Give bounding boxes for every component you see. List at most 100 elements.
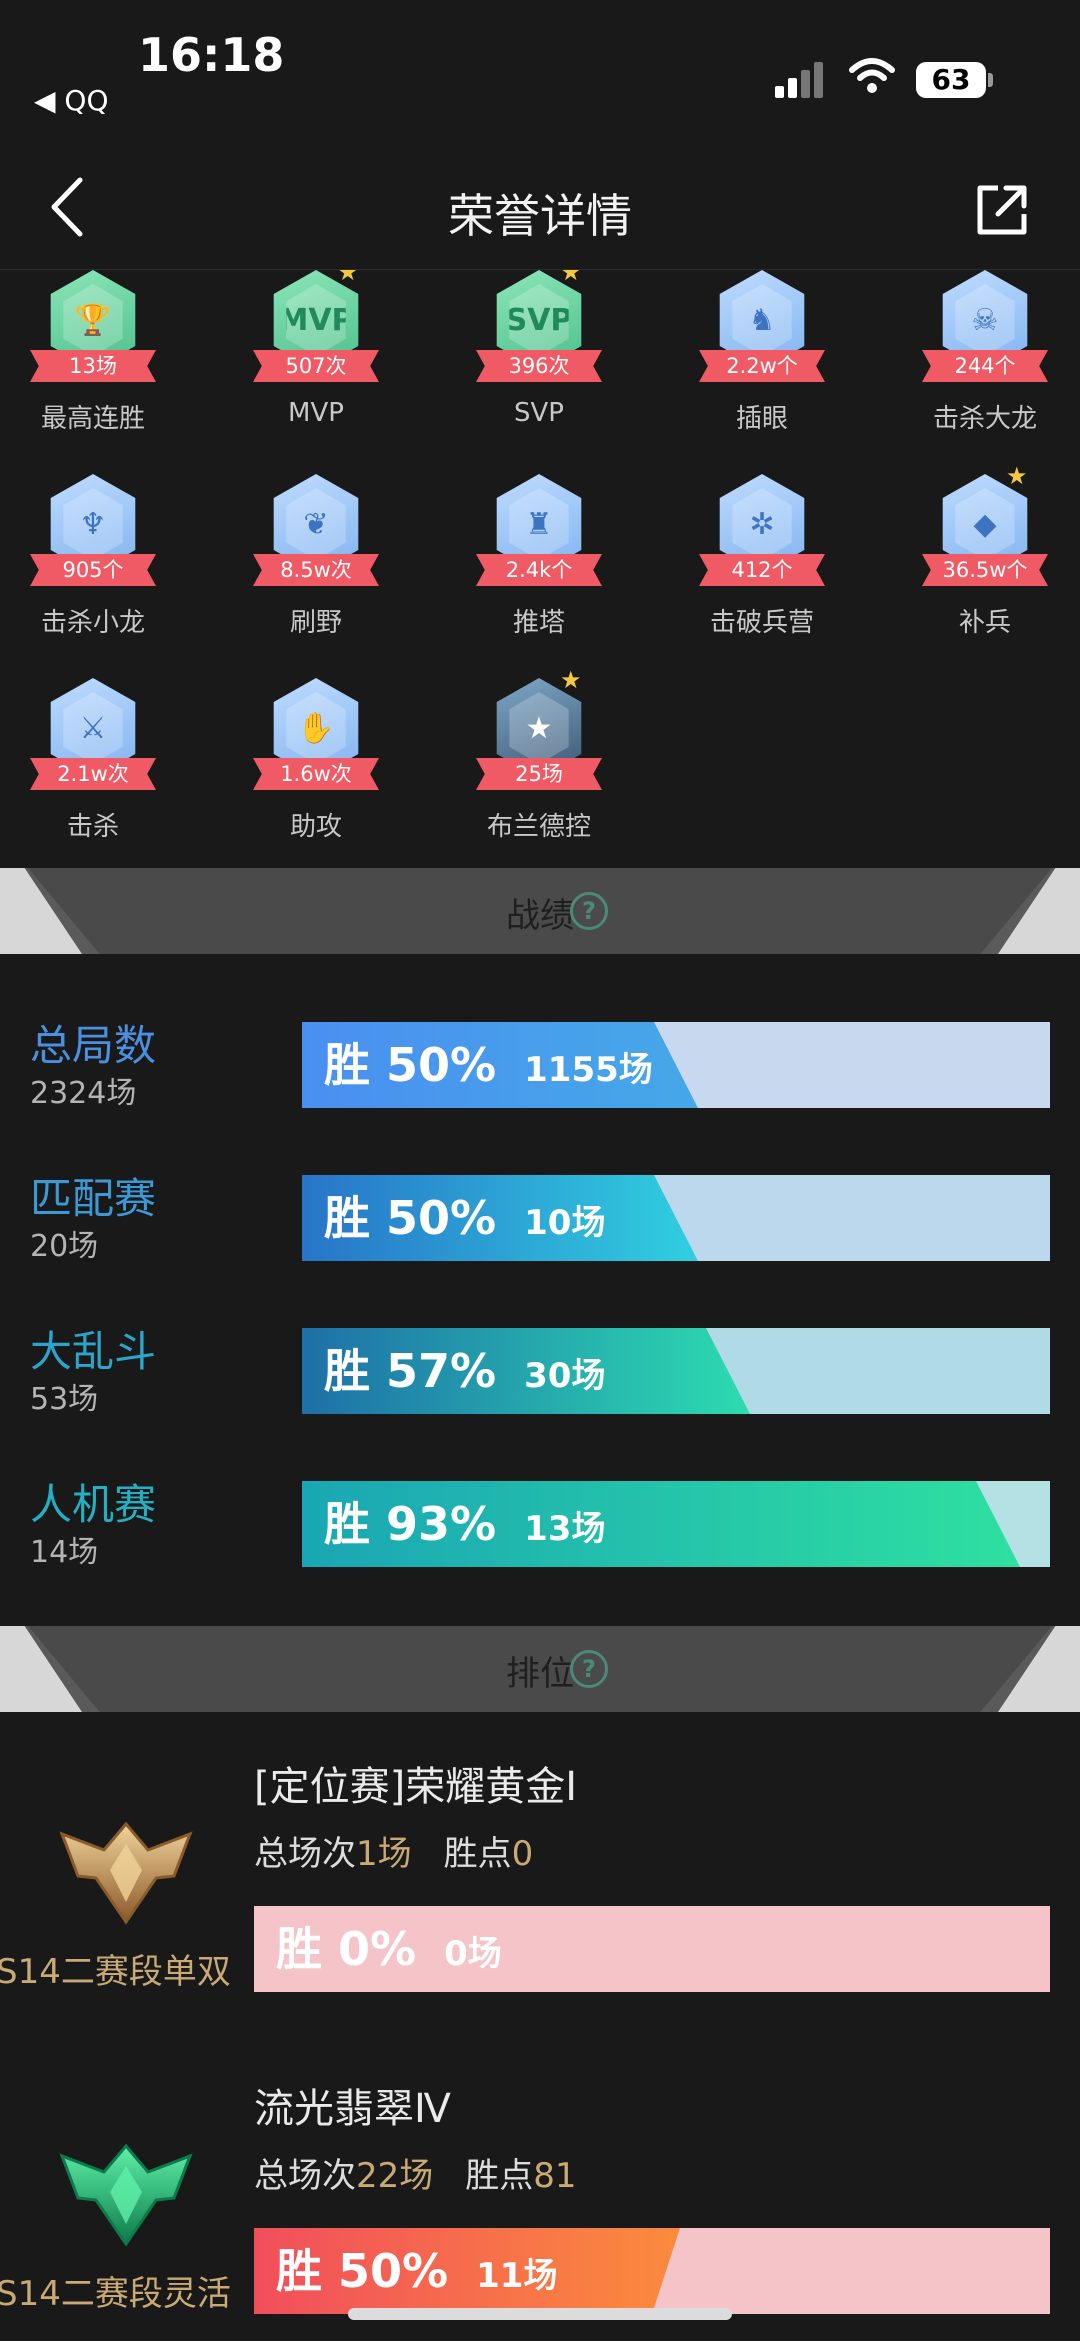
honor-glyph: 🏆 [74, 302, 112, 338]
honor-glyph: ◆ [973, 506, 997, 542]
honor-glyph: ✋ [297, 710, 335, 746]
back-to-app-link[interactable]: ◀ QQ [34, 84, 109, 117]
rank-help-icon[interactable]: ? [570, 1650, 608, 1688]
honor-label: 击杀小龙 [40, 608, 145, 638]
honor-count: 396次 [476, 350, 602, 382]
honor-item[interactable]: ✋ 1.6w次 助攻 [211, 678, 421, 868]
record-section-title: 战绩 [506, 896, 574, 936]
rank-win-games: 0场 [444, 1934, 502, 1974]
honor-item[interactable]: MVP ★ 507次 MVP [211, 270, 421, 460]
total-games-label: 总场次 [254, 2156, 356, 2196]
record-count: 20场 [30, 1229, 99, 1264]
honor-count: 905个 [30, 554, 156, 586]
win-games: 30场 [524, 1356, 606, 1396]
record-count: 53场 [30, 1382, 99, 1417]
honor-item[interactable]: ♆ 905个击杀小龙 [0, 474, 198, 664]
honor-glyph: ♆ [79, 506, 107, 542]
honor-label: 补兵 [958, 608, 1011, 638]
total-games-label: 总场次 [254, 1834, 356, 1874]
honor-label: 最高连胜 [40, 404, 145, 434]
honor-item[interactable]: 🏆 13场最高连胜 [0, 270, 198, 460]
record-row[interactable]: 大乱斗 53场 胜 57% 30场 [0, 1318, 1080, 1428]
record-help-icon[interactable]: ? [570, 892, 608, 930]
rank-stats: 总场次22场 胜点81 [254, 2148, 577, 2197]
winrate-bar: 胜 50% 1155场 [302, 1022, 1050, 1108]
honor-count: 2.1w次 [30, 758, 156, 790]
rank-stats: 总场次1场 胜点0 [254, 1826, 533, 1875]
page-title: 荣誉详情 [448, 189, 632, 243]
honor-label: 击杀 [66, 812, 119, 842]
honor-glyph: MVP [278, 302, 354, 338]
honor-item[interactable]: SVP ★ 396次 SVP [434, 270, 644, 460]
honor-glyph: ♜ [525, 506, 553, 542]
honor-item[interactable]: ★ ★ 25场布兰德控 [434, 666, 644, 868]
honor-glyph: ✲ [749, 506, 775, 542]
honor-item[interactable]: ✲ 412个击破兵营 [657, 474, 867, 664]
honor-label: SVP [514, 398, 564, 428]
star-icon: ★ [1006, 462, 1028, 490]
winrate-bar: 胜 93% 13场 [302, 1481, 1050, 1567]
honor-item[interactable]: ◆ ★ 36.5w个 补兵 [880, 462, 1080, 664]
honor-glyph: ☠ [971, 302, 999, 338]
star-icon: ★ [560, 270, 582, 286]
honor-glyph: ★ [525, 710, 553, 746]
honor-item[interactable]: ⚔ 2.1w次 击杀 [0, 678, 198, 868]
honor-label: 布兰德控 [486, 812, 591, 842]
honor-item[interactable]: ♜ 2.4k个推塔 [434, 474, 644, 664]
winrate-percent: 胜 93% [324, 1497, 497, 1551]
record-section-header: 战绩 ? [0, 868, 1080, 954]
rank-title: [定位赛]荣耀黄金Ⅰ [254, 1764, 578, 1810]
honors-grid: 🏆 13场 最高连胜 MVP ★ 507次 MVP SVP ★ 396次 SVP ♞ 2.2w个 插眼 ☠ 2… [0, 270, 1080, 868]
honor-label: 插眼 [735, 404, 788, 434]
honor-count: 412个 [699, 554, 825, 586]
rank-card[interactable]: S14二赛段灵活 流光翡翠Ⅳ 总场次22场 胜点81 胜 50% 11场 [0, 2076, 1080, 2341]
honor-count: 507次 [253, 350, 379, 382]
honor-glyph: ♞ [748, 302, 776, 338]
honor-item[interactable]: ♞ 2.2w个插眼 [657, 270, 867, 460]
honor-label: 推塔 [512, 608, 565, 638]
honor-item[interactable]: ☠ 244个击杀大龙 [880, 270, 1080, 460]
winrate-bar: 胜 57% 30场 [302, 1328, 1050, 1414]
total-games-value: 22场 [356, 2156, 434, 2196]
rank-card[interactable]: S14二赛段单双 [定位赛]荣耀黄金Ⅰ 总场次1场 胜点0 胜 0% 0场 [0, 1754, 1080, 2044]
honor-count: 8.5w次 [253, 554, 379, 586]
honor-count: 2.4k个 [476, 554, 602, 586]
honor-count: 244个 [922, 350, 1048, 382]
record-count: 14场 [30, 1535, 99, 1570]
points-label: 胜点 [465, 2156, 534, 2196]
honor-label: 击破兵营 [709, 608, 814, 638]
rank-section-title: 排位 [506, 1654, 574, 1694]
total-games-value: 1场 [356, 1834, 412, 1874]
honor-count: 1.6w次 [253, 758, 379, 790]
record-row[interactable]: 人机赛 14场 胜 93% 13场 [0, 1471, 1080, 1581]
honor-label: 击杀大龙 [932, 404, 1037, 434]
wifi-icon [849, 58, 895, 93]
honor-count: 25场 [476, 758, 602, 790]
rank-winrate-percent: 胜 0% [276, 1922, 417, 1976]
winrate-bar: 胜 50% 10场 [302, 1175, 1050, 1261]
star-icon: ★ [560, 666, 582, 694]
points-value: 81 [533, 2156, 577, 2196]
cellular-signal-icon [775, 58, 825, 98]
honor-label: MVP [288, 398, 344, 428]
record-row[interactable]: 匹配赛 20场 胜 50% 10场 [0, 1165, 1080, 1275]
honor-count: 2.2w个 [699, 350, 825, 382]
honor-glyph: ❦ [303, 506, 329, 542]
record-name: 大乱斗 [30, 1327, 157, 1376]
battery-icon: 63 [916, 62, 986, 98]
honor-count: 13场 [30, 350, 156, 382]
nav-bar: 荣誉详情 [0, 150, 1080, 270]
rank-season-label: S14二赛段灵活 [0, 2274, 231, 2314]
record-name: 总局数 [30, 1021, 157, 1070]
status-bar: 16:18 ◀ QQ 63 [0, 0, 1080, 150]
record-count: 2324场 [30, 1076, 137, 1111]
record-name: 人机赛 [30, 1480, 157, 1529]
share-icon[interactable] [972, 180, 1032, 240]
honor-item[interactable]: ❦ 8.5w次 刷野 [211, 474, 421, 664]
rank-section-header: 排位 ? [0, 1626, 1080, 1712]
home-indicator[interactable] [348, 2308, 732, 2320]
star-icon: ★ [337, 270, 359, 286]
gold-rank-badge-icon [59, 1821, 193, 1925]
winrate-percent: 胜 57% [324, 1344, 497, 1398]
record-row[interactable]: 总局数 2324场 胜 50% 1155场 [0, 1012, 1080, 1122]
